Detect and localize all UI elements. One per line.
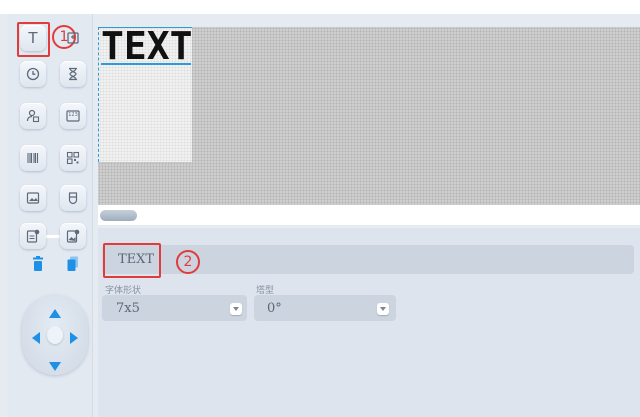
arrow-left-icon [32, 332, 40, 344]
text-tool-highlight [17, 22, 50, 57]
hourglass-tool-button[interactable] [60, 61, 86, 87]
image-icon [26, 192, 40, 204]
font-shape-value: 7x5 [116, 301, 140, 316]
move-down-button[interactable] [49, 356, 61, 375]
template-icon [26, 229, 40, 243]
font-shape-dropdown-button[interactable] [230, 303, 242, 315]
counter-icon-label: 123 [68, 112, 78, 118]
chevron-down-icon [233, 307, 239, 311]
move-right-button[interactable] [70, 329, 78, 348]
copy-icon [67, 256, 78, 271]
tool-connector [46, 235, 60, 238]
qrcode-tool-button[interactable] [60, 145, 86, 171]
print-label-area: TEXT [98, 27, 193, 162]
dpad-center-button[interactable] [47, 326, 63, 344]
cup-icon [68, 192, 78, 205]
user-data-icon [26, 109, 40, 123]
template-tool-button[interactable] [20, 223, 46, 249]
image-insert-tool-button[interactable] [60, 25, 86, 51]
delete-icon [33, 256, 43, 271]
text-field-highlight [103, 243, 161, 278]
rotation-dropdown-button[interactable] [377, 303, 389, 315]
user-data-tool-button[interactable] [20, 103, 46, 129]
arrow-up-icon [49, 309, 61, 318]
canvas-scroll-track [98, 205, 640, 225]
canvas-scrollbar-thumb[interactable] [100, 210, 137, 221]
top-bar [0, 0, 640, 14]
cup-tool-button[interactable] [60, 185, 86, 211]
arrow-right-icon [70, 332, 78, 344]
arrow-down-icon [49, 362, 61, 371]
clock-tool-button[interactable] [20, 61, 46, 87]
barcode-tool-button[interactable] [20, 145, 46, 171]
text-object[interactable]: TEXT [101, 27, 193, 65]
step-2-marker: 2 [176, 250, 200, 274]
chevron-down-icon [380, 307, 386, 311]
hourglass-icon [69, 67, 77, 81]
move-left-button[interactable] [32, 329, 40, 348]
move-up-button[interactable] [49, 303, 61, 322]
copy-button[interactable] [66, 256, 80, 272]
qrcode-icon [66, 151, 80, 165]
rotation-value: 0° [267, 301, 282, 316]
delete-button[interactable] [31, 256, 45, 272]
edit-canvas[interactable]: TEXT [98, 27, 640, 205]
counter-tool-button[interactable]: 123 [60, 103, 86, 129]
image-insert-icon [67, 32, 79, 44]
picture-template-tool-button[interactable] [60, 223, 86, 249]
image-tool-button[interactable] [20, 185, 46, 211]
picture-template-icon [66, 229, 80, 243]
barcode-icon [27, 153, 39, 163]
clock-icon [26, 67, 40, 81]
